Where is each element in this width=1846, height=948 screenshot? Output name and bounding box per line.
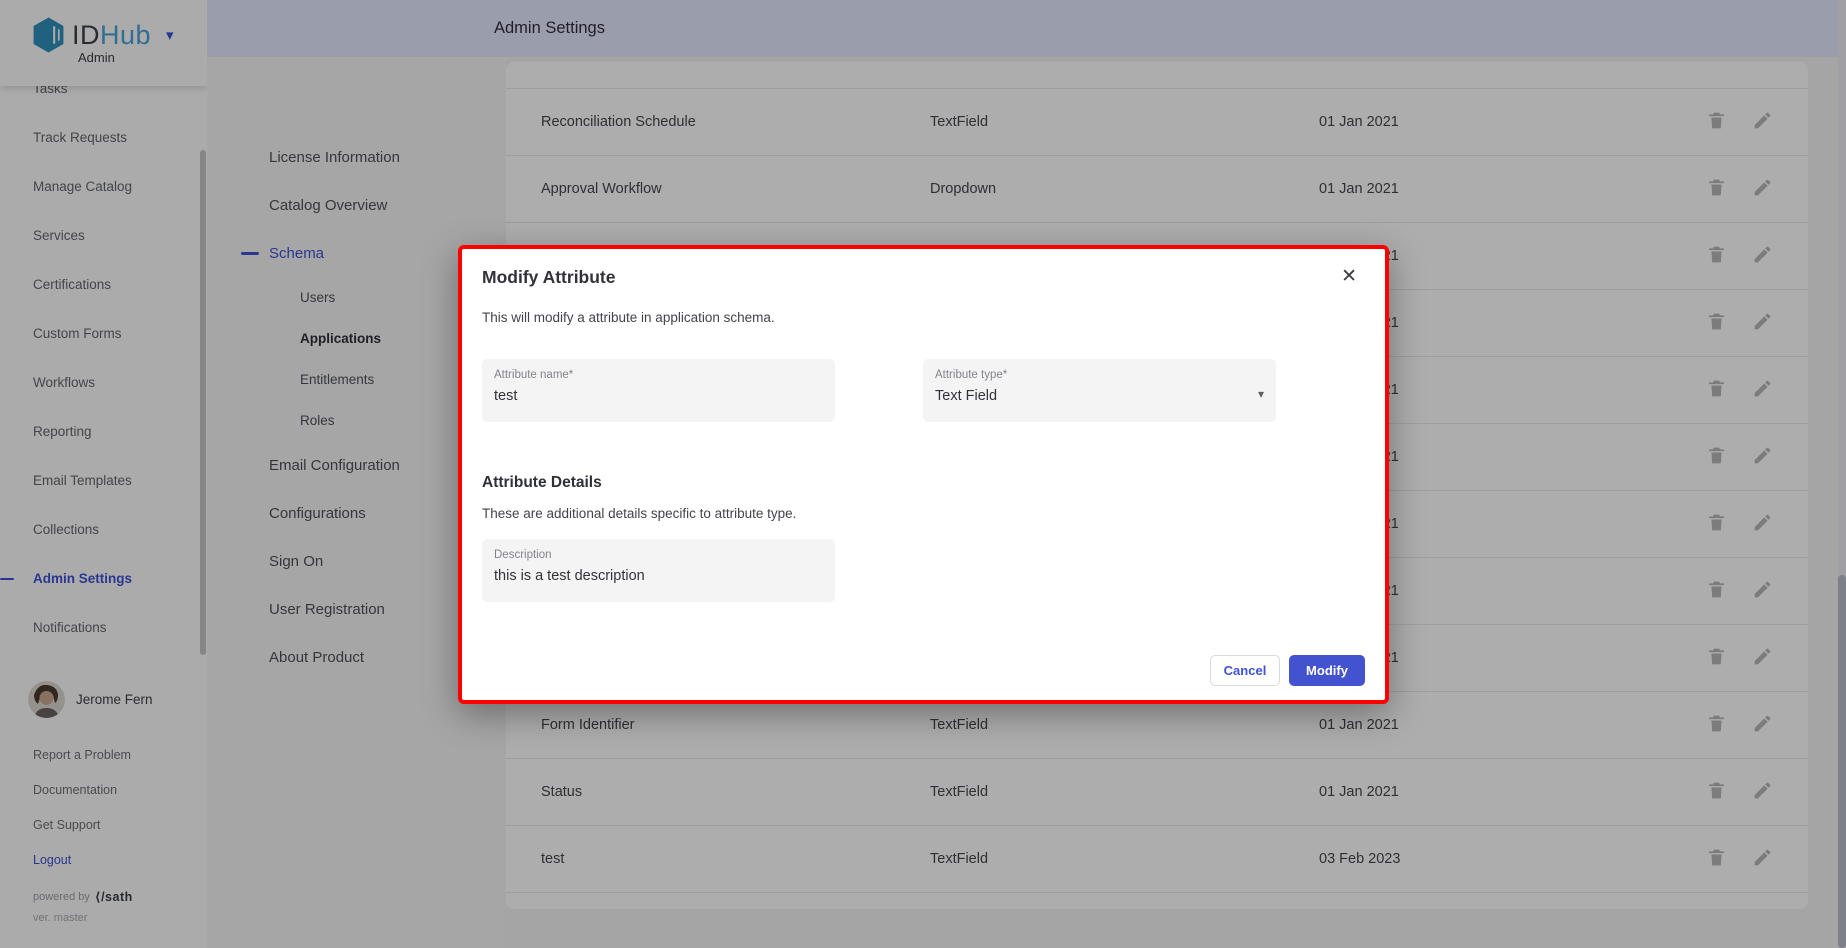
attribute-type-value: Text Field xyxy=(935,388,1235,404)
app-root: Tasks Track Requests Manage Catalog Serv… xyxy=(0,0,1846,948)
attribute-details-description: These are additional details specific to… xyxy=(482,506,796,521)
attribute-name-label: Attribute name* xyxy=(494,369,823,381)
modal-subtitle: This will modify a attribute in applicat… xyxy=(482,310,775,325)
description-field[interactable]: Description xyxy=(482,539,835,602)
attribute-type-select[interactable]: Attribute type* Text Field ▾ xyxy=(923,359,1276,422)
dropdown-caret-icon: ▾ xyxy=(1258,387,1264,401)
attribute-name-field[interactable]: Attribute name* xyxy=(482,359,835,422)
modify-button[interactable]: Modify xyxy=(1289,655,1365,686)
attribute-name-input[interactable] xyxy=(494,388,794,404)
attribute-details-heading: Attribute Details xyxy=(482,474,602,492)
attribute-type-label: Attribute type* xyxy=(935,369,1264,381)
modal-title: Modify Attribute xyxy=(482,267,616,288)
close-icon[interactable]: ✕ xyxy=(1337,261,1361,292)
cancel-button[interactable]: Cancel xyxy=(1210,655,1280,686)
description-input[interactable] xyxy=(494,568,794,584)
modify-attribute-modal: Modify Attribute ✕ This will modify a at… xyxy=(458,245,1389,704)
description-label: Description xyxy=(494,549,823,561)
